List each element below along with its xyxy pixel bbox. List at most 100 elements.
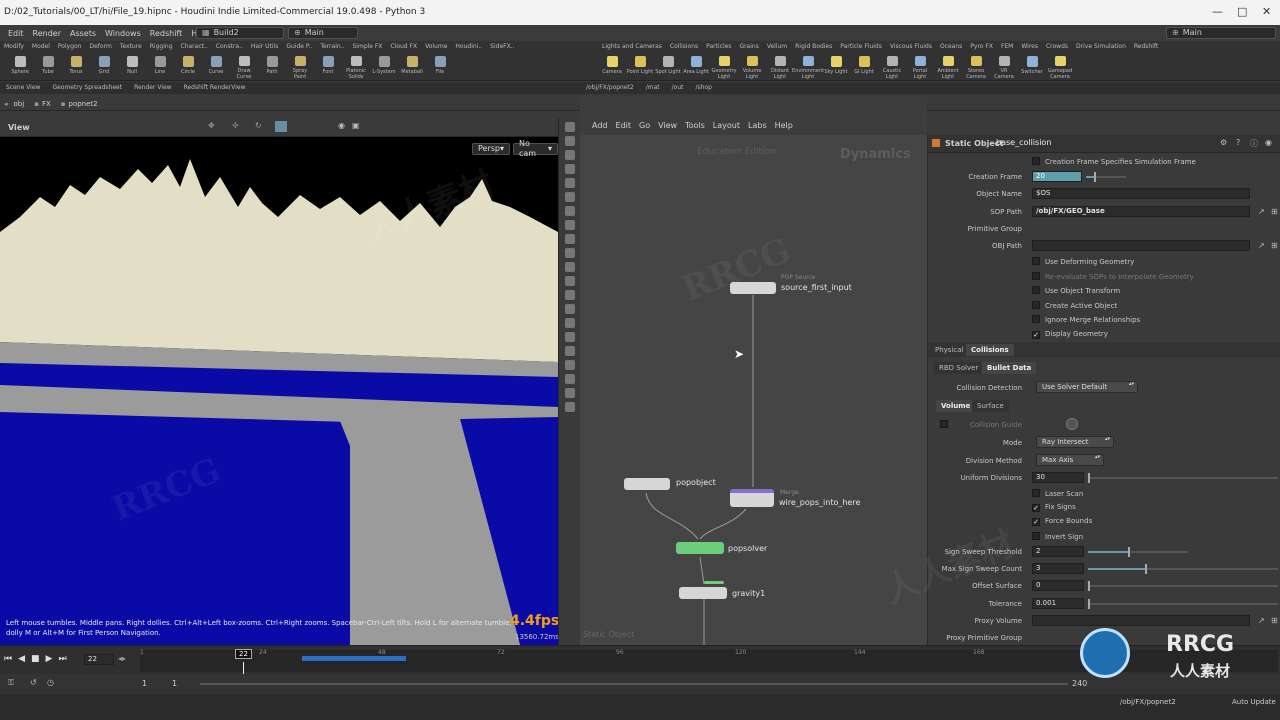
shelf-tab[interactable]: Pyro FX xyxy=(966,43,997,50)
handle-icon[interactable] xyxy=(564,178,575,188)
shelf-tab[interactable]: Particle Fluids xyxy=(836,43,886,50)
pin-icon[interactable]: ◉ xyxy=(1265,138,1272,147)
menu-render[interactable]: Render xyxy=(33,29,61,38)
shelf-tab[interactable]: Collisions xyxy=(666,43,702,50)
shelf-tool[interactable]: L-System xyxy=(370,54,398,80)
flip-icon[interactable] xyxy=(564,374,575,384)
shelf-tab[interactable]: Vellum xyxy=(763,43,791,50)
play-reverse-icon[interactable]: ◀ xyxy=(18,654,25,664)
scene-viewport[interactable]: Persp ▾ No cam ▾ Left mouse tumbles. Middl… xyxy=(0,137,558,645)
shelf-tab[interactable]: SideFX.. xyxy=(486,43,518,50)
jump-icon[interactable]: ↗ xyxy=(1258,241,1265,250)
rotate-icon[interactable]: ↻ xyxy=(255,121,262,130)
shelf-tab[interactable]: Simple FX xyxy=(349,43,387,50)
loop-icon[interactable]: ↺ xyxy=(30,678,37,687)
path-fx[interactable]: FX xyxy=(42,100,51,108)
tab-surface[interactable]: Surface xyxy=(972,400,1009,412)
render-icon[interactable] xyxy=(564,360,575,370)
shelf-tab[interactable]: Redshift xyxy=(1130,43,1162,50)
option-checkbox[interactable]: Create Active Object xyxy=(1032,300,1117,310)
sign-sweep-threshold-slider[interactable] xyxy=(1088,547,1188,557)
tolerance-field[interactable]: 0.001 xyxy=(1032,598,1084,609)
close-button[interactable]: ✕ xyxy=(1262,5,1271,18)
vis-icon[interactable] xyxy=(564,332,575,342)
cull-icon[interactable] xyxy=(564,318,575,328)
shelf-tool[interactable]: Spray Paint xyxy=(286,54,314,80)
collision-detection-menu[interactable]: Use Solver Default xyxy=(1036,381,1138,393)
shelf-tab[interactable]: Houdini.. xyxy=(451,43,486,50)
shelf-tool[interactable]: Switcher xyxy=(1018,54,1046,80)
creation-frame-specifies-checkbox[interactable]: Creation Frame Specifies Simulation Fram… xyxy=(1032,157,1196,166)
shelf-tab[interactable]: Rigid Bodies xyxy=(791,43,836,50)
shelf-tool[interactable]: Torus xyxy=(62,54,90,80)
path-obj[interactable]: obj xyxy=(14,100,25,108)
division-method-menu[interactable]: Max Axis xyxy=(1036,454,1104,466)
menu-redshift[interactable]: Redshift xyxy=(150,29,182,38)
shelf-tab[interactable]: Oceans xyxy=(936,43,966,50)
node-chooser-icon[interactable]: ⊞ xyxy=(1271,241,1278,250)
shelf-tool[interactable]: Line xyxy=(146,54,174,80)
range-end-field[interactable]: 240 xyxy=(1072,679,1087,688)
network-tab[interactable]: /mat xyxy=(640,84,666,91)
shelf-tool[interactable]: Distant Light xyxy=(766,54,794,80)
option-checkbox[interactable]: Use Object Transform xyxy=(1032,286,1120,295)
shelf-tool[interactable]: Caustic Light xyxy=(878,54,906,80)
tab-bullet-data[interactable]: Bullet Data xyxy=(982,362,1037,374)
realtime-icon[interactable]: ◷ xyxy=(47,678,54,687)
node-name-field[interactable]: base_collision xyxy=(996,138,1051,147)
shelf-tool[interactable]: Sky Light xyxy=(822,54,850,80)
minimize-button[interactable]: — xyxy=(1212,5,1223,18)
node-chooser-icon[interactable]: ⊞ xyxy=(1271,616,1278,625)
shelf-tab[interactable]: Model xyxy=(28,43,54,50)
snapshot-icon[interactable]: ▣ xyxy=(352,121,360,130)
pan-icon[interactable]: ✢ xyxy=(232,121,239,130)
path-popnet[interactable]: popnet2 xyxy=(69,100,98,108)
uniform-divisions-slider[interactable] xyxy=(1088,473,1278,483)
network-tab[interactable]: /obj/FX/popnet2 xyxy=(580,84,640,91)
shelf-tab[interactable]: Texture xyxy=(116,43,146,50)
option-checkbox[interactable]: Re-evaluate SOPs to Interpolate Geometry xyxy=(1032,271,1194,281)
shelf-tab[interactable]: Grains xyxy=(735,43,762,50)
bg-icon[interactable] xyxy=(564,304,575,314)
pin-icon[interactable] xyxy=(564,388,575,398)
range-start-field[interactable]: 1 xyxy=(142,679,147,688)
slider-handle[interactable] xyxy=(1088,599,1090,609)
frame-marker[interactable]: 22 xyxy=(235,649,252,659)
sign-sweep-threshold-field[interactable]: 2 xyxy=(1032,546,1084,557)
slider-handle[interactable] xyxy=(1088,473,1090,483)
back-icon[interactable]: ◂ xyxy=(4,100,8,108)
shelf-tool[interactable]: Metaball xyxy=(398,54,426,80)
shelf-tool[interactable]: Stereo Camera xyxy=(962,54,990,80)
maximize-button[interactable]: □ xyxy=(1237,5,1247,18)
slider-handle[interactable] xyxy=(1088,581,1090,591)
grid-icon[interactable] xyxy=(564,276,575,286)
shelf-tab[interactable]: Terrain.. xyxy=(316,43,348,50)
fix-signs-checkbox[interactable]: ✓ Fix Signs xyxy=(1032,503,1076,512)
play-icon[interactable]: ▶ xyxy=(46,654,53,664)
offset-surface-slider[interactable] xyxy=(1088,581,1278,591)
jump-icon[interactable]: ↗ xyxy=(1258,207,1265,216)
wire-icon[interactable] xyxy=(564,220,575,230)
sop-path-field[interactable]: /obj/FX/GEO_base xyxy=(1032,206,1250,217)
playhead[interactable] xyxy=(243,662,244,674)
invert-sign-checkbox[interactable]: Invert Sign xyxy=(1032,532,1083,541)
shelf-tool[interactable]: Grid xyxy=(90,54,118,80)
menu-windows[interactable]: Windows xyxy=(105,29,141,38)
left-tab[interactable]: Geometry Spreadsheet xyxy=(46,84,128,91)
jump-start-icon[interactable]: ⏮ xyxy=(4,654,12,664)
ghost-icon[interactable] xyxy=(564,192,575,202)
tab-collisions[interactable]: Collisions xyxy=(966,344,1014,356)
light-icon[interactable] xyxy=(564,248,575,258)
shelf-tool[interactable]: Point Light xyxy=(626,54,654,80)
step-icon[interactable]: ◂▸ xyxy=(118,654,126,663)
creation-frame-slider[interactable] xyxy=(1086,172,1126,182)
proxy-volume-field[interactable] xyxy=(1032,615,1250,626)
shelf-tab[interactable]: Deform xyxy=(85,43,115,50)
obj-path-field[interactable] xyxy=(1032,240,1250,251)
shelf-tool[interactable]: Circle xyxy=(174,54,202,80)
lock-icon[interactable] xyxy=(564,150,575,160)
gear-icon[interactable]: ⚙ xyxy=(1220,138,1227,147)
left-tab[interactable]: Redshift RenderView xyxy=(178,84,252,91)
color-swatch-icon[interactable] xyxy=(1066,418,1078,430)
shelf-tab[interactable]: Viscous Fluids xyxy=(886,43,936,50)
